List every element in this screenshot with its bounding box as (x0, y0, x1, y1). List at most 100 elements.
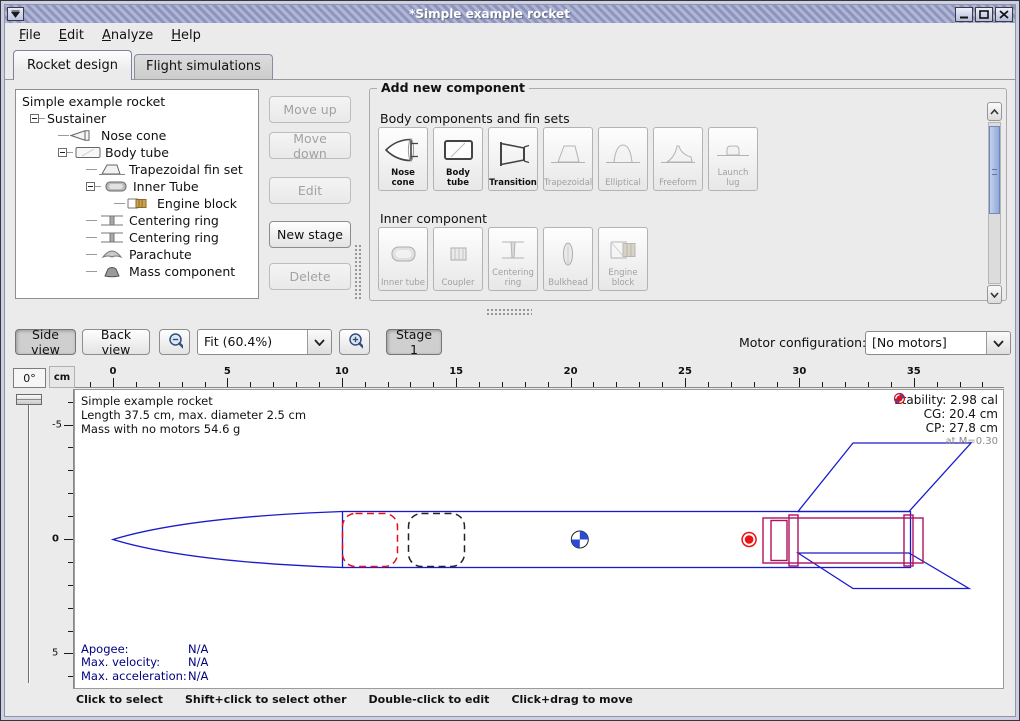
horizontal-splitter-handle[interactable] (486, 308, 532, 316)
zoom-level-combo[interactable]: Fit (60.4%) (197, 329, 332, 355)
tree-item-nose-cone[interactable]: Nose cone (16, 127, 258, 144)
component-scrollbar[interactable] (987, 102, 1002, 304)
tab-flight-simulations[interactable]: Flight simulations (134, 54, 273, 79)
add-coupler-button[interactable]: Coupler (433, 227, 483, 291)
vertical-splitter-handle[interactable] (354, 244, 363, 300)
close-button[interactable] (995, 7, 1013, 22)
menu-help[interactable]: Help (162, 25, 210, 46)
ruler-tick (662, 382, 663, 387)
scroll-down-button[interactable] (987, 285, 1002, 304)
component-button-label: Launch lug (710, 169, 756, 188)
zoom-combo-arrow[interactable] (307, 330, 331, 354)
add-transition-button[interactable]: Transition (488, 127, 538, 191)
add-inner-tube-button[interactable]: Inner tube (378, 227, 428, 291)
stability-line: Stability: 2.98 cal (894, 393, 998, 407)
window-menu-icon[interactable] (7, 7, 24, 21)
ruler-tick (822, 382, 823, 387)
tree-expander-icon[interactable] (30, 114, 39, 123)
ruler-tick (68, 676, 73, 677)
component-tree[interactable]: Simple example rocketSustainerNose coneB… (15, 89, 259, 299)
tree-item-inner-tube[interactable]: Inner Tube (16, 178, 258, 195)
tree-item-mass-component[interactable]: Mass component (16, 263, 258, 280)
tree-item-label: Mass component (127, 264, 235, 279)
ruler-tick (410, 382, 411, 387)
component-button-label: Nose cone (380, 169, 426, 188)
scroll-up-button[interactable] (987, 102, 1002, 121)
maximize-button[interactable] (975, 7, 993, 22)
status-hint: Double-click to edit (369, 693, 490, 706)
mass-icon (97, 265, 127, 278)
nose-cone-outline (113, 512, 343, 568)
rotation-slider-handle[interactable] (16, 394, 42, 405)
tree-item-trapezoidal-fin-set[interactable]: Trapezoidal fin set (16, 161, 258, 178)
ruler-tick (64, 425, 73, 426)
motor-config-combo[interactable]: [No motors] (865, 331, 1011, 355)
ruler-tick (479, 382, 480, 387)
tree-item-simple-example-rocket[interactable]: Simple example rocket (16, 93, 258, 110)
tree-item-sustainer[interactable]: Sustainer (16, 110, 258, 127)
zoom-in-button[interactable] (339, 329, 370, 355)
component-button-label: Bulkhead (548, 279, 588, 288)
status-hint: Click+drag to move (511, 693, 632, 706)
add-nose-cone-button[interactable]: Nose cone (378, 127, 428, 191)
add-freeform-button[interactable]: Freeform (653, 127, 703, 191)
scrollbar-thumb[interactable] (989, 126, 1000, 214)
ruler-tick (982, 382, 983, 387)
add-body-tube-button[interactable]: Body tube (433, 127, 483, 191)
menu-edit[interactable]: Edit (50, 25, 93, 46)
mass-component-outline (409, 514, 465, 567)
tree-expander-icon[interactable] (86, 182, 95, 191)
new-stage-button[interactable]: New stage (269, 221, 351, 248)
flight-value: N/A (188, 642, 208, 656)
ruler-tick (365, 382, 366, 387)
title-bar[interactable]: *Simple example rocket (5, 5, 1015, 23)
tab-rocket-design[interactable]: Rocket design (13, 50, 132, 80)
magnifier-plus-icon (346, 331, 363, 353)
menu-file[interactable]: File (10, 25, 50, 46)
side-view-button[interactable]: Side view (15, 329, 76, 355)
move-down-button[interactable]: Move down (269, 132, 351, 159)
back-view-button[interactable]: Back view (82, 329, 150, 355)
tree-connector (86, 169, 97, 170)
tree-item-centering-ring[interactable]: Centering ring (16, 229, 258, 246)
ruler-tick (548, 382, 549, 387)
delete-button[interactable]: Delete (269, 263, 351, 290)
tree-connector (86, 254, 97, 255)
component-row-1: Nose cone Body tube TransitionTrapezoidal E… (378, 127, 758, 191)
tree-expander-icon[interactable] (58, 148, 67, 157)
tree-item-parachute[interactable]: Parachute (16, 246, 258, 263)
minimize-button[interactable] (955, 7, 973, 22)
add-elliptical-button[interactable]: Elliptical (598, 127, 648, 191)
centeringring-icon (97, 231, 127, 244)
edit-button[interactable]: Edit (269, 177, 351, 204)
ruler-tick (639, 382, 640, 387)
tree-item-label: Centering ring (127, 230, 219, 245)
add-engine-block-button[interactable]: Engine block (598, 227, 648, 291)
innertube-icon (101, 180, 131, 193)
component-button-label: Inner tube (381, 279, 425, 288)
zoom-out-button[interactable] (159, 329, 190, 355)
stage-1-toggle[interactable]: Stage 1 (386, 329, 442, 355)
group-label-body-components-and-fin-sets: Body components and fin sets (380, 111, 570, 126)
tree-item-label: Inner Tube (131, 179, 199, 194)
rocket-mass: Mass with no motors 54.6 g (81, 422, 306, 436)
component-button-label: Body tube (435, 169, 481, 188)
menu-analyze[interactable]: Analyze (93, 25, 162, 46)
add-trapezoidal-button[interactable]: Trapezoidal (543, 127, 593, 191)
tree-connector (86, 220, 97, 221)
tree-item-engine-block[interactable]: Engine block (16, 195, 258, 212)
add-launch-lug-button[interactable]: Launch lug (708, 127, 758, 191)
tree-item-body-tube[interactable]: Body tube (16, 144, 258, 161)
component-button-label: Elliptical (605, 179, 641, 188)
motor-combo-arrow[interactable] (986, 332, 1010, 354)
tree-item-centering-ring[interactable]: Centering ring (16, 212, 258, 229)
move-up-button[interactable]: Move up (269, 96, 351, 123)
ruler-tick (250, 382, 251, 387)
rocket-figure-canvas[interactable]: Simple example rocket Length 37.5 cm, ma… (74, 389, 1004, 689)
add-bulkhead-button[interactable]: Bulkhead (543, 227, 593, 291)
add-centering-ring-button[interactable]: Centering ring (488, 227, 538, 291)
scrollbar-track[interactable] (988, 122, 1001, 284)
cg-line: CG: 20.4 cm (894, 407, 998, 421)
fin-lower-outline (798, 553, 969, 589)
rotation-slider-track[interactable] (28, 400, 30, 683)
